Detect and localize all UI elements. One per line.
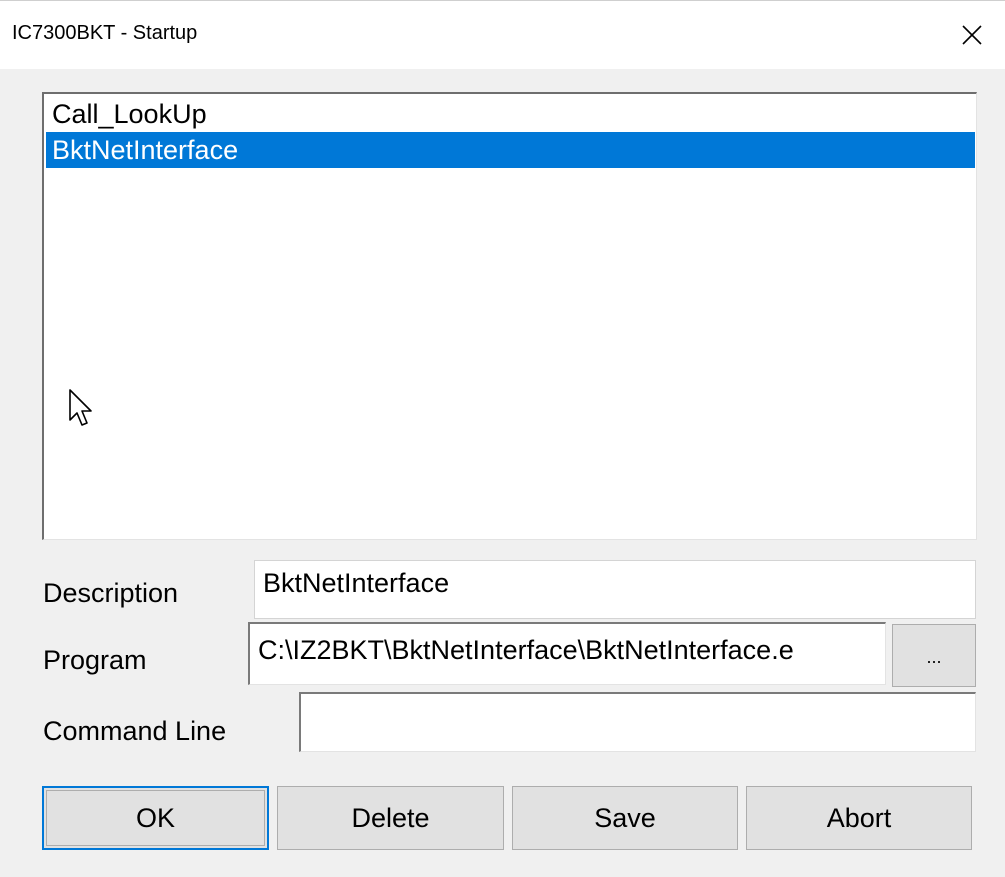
command-line-field[interactable] — [299, 692, 976, 752]
ok-button-label: OK — [135, 802, 175, 833]
save-button[interactable]: Save — [512, 786, 738, 850]
description-label: Description — [43, 578, 179, 608]
window-title: IC7300BKT - Startup — [12, 22, 198, 44]
ok-button[interactable]: OK — [42, 786, 269, 850]
description-field[interactable]: BktNetInterface — [254, 560, 976, 619]
browse-button[interactable]: ... — [892, 624, 976, 687]
list-item-call-lookup[interactable]: Call_LookUp — [46, 96, 975, 132]
list-item-bktnetinterface[interactable]: BktNetInterface — [46, 132, 975, 168]
delete-button[interactable]: Delete — [277, 786, 504, 850]
close-icon — [961, 24, 983, 46]
abort-button[interactable]: Abort — [746, 786, 972, 850]
command-line-label: Command Line — [43, 716, 227, 746]
title-bar[interactable]: IC7300BKT - Startup — [0, 0, 1005, 69]
program-listbox[interactable]: Call_LookUp BktNetInterface — [42, 92, 977, 540]
title-bar-edge — [0, 0, 1005, 1]
program-label: Program — [43, 645, 147, 675]
startup-dialog: IC7300BKT - Startup Call_LookUp BktNetIn… — [0, 0, 1005, 877]
mouse-pointer-icon — [68, 388, 94, 433]
close-button[interactable] — [939, 0, 1005, 69]
program-field[interactable]: C:\IZ2BKT\BktNetInterface\BktNetInterfac… — [248, 622, 886, 685]
